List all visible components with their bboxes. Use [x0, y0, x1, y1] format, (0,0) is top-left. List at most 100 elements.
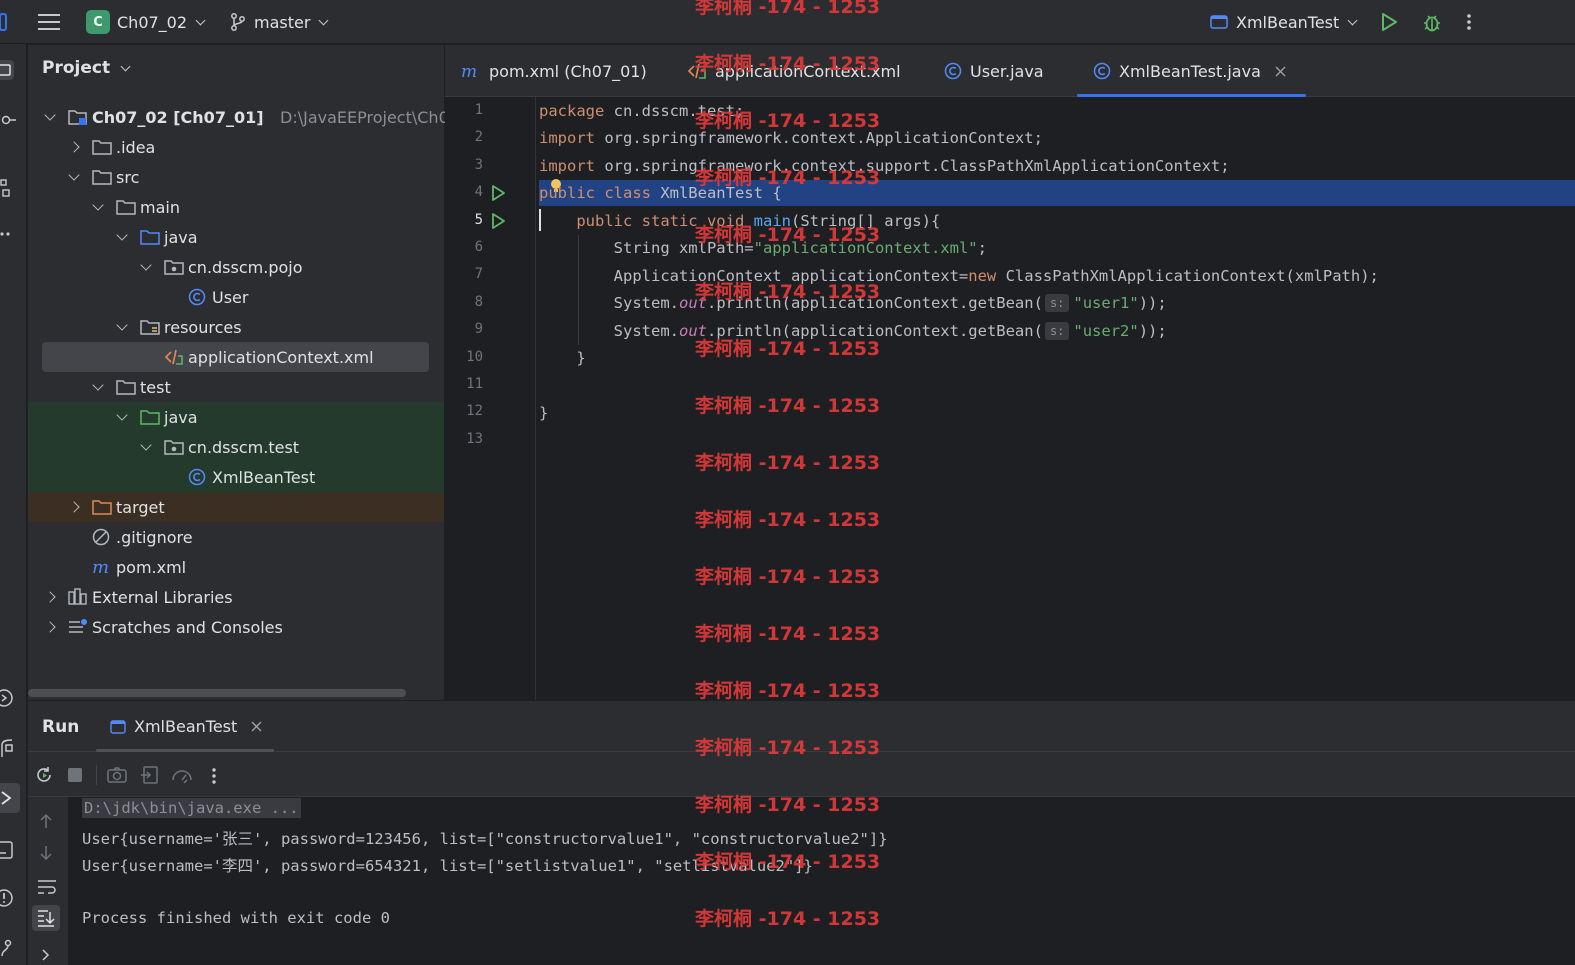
- folder-icon: [92, 138, 112, 156]
- coverage-icon[interactable]: [171, 766, 193, 784]
- chevron-down-icon[interactable]: [92, 379, 104, 391]
- chevron-down-icon[interactable]: [68, 169, 80, 181]
- chevron-right-icon[interactable]: [68, 141, 80, 153]
- run-panel-title[interactable]: Run: [42, 717, 79, 737]
- code-editor[interactable]: 1 2 3 4 5 6 7 8 9 10 11 12 13 package cn.dsscm.test;…: [445, 97, 1575, 700]
- tree-item[interactable]: User: [28, 282, 444, 312]
- tree-item[interactable]: java: [28, 402, 444, 432]
- more-actions-icon[interactable]: [1466, 0, 1472, 44]
- chevron-down-icon[interactable]: [140, 259, 152, 271]
- project-panel-header[interactable]: Project: [42, 58, 131, 78]
- chevron-down-icon[interactable]: [92, 199, 104, 211]
- toolbar-divider: [96, 765, 97, 785]
- soft-wrap-icon[interactable]: [37, 879, 57, 895]
- rerun-icon[interactable]: [34, 765, 54, 785]
- editor-tabs: m pom.xml (Ch07_01) applicationContext.x…: [445, 45, 1575, 97]
- structure-tool-icon[interactable]: [0, 174, 20, 202]
- folder-icon: [116, 378, 136, 396]
- close-tab-icon[interactable]: [1275, 66, 1286, 77]
- run-config-selector[interactable]: XmlBeanTest: [1210, 0, 1358, 44]
- terminal-tool-icon[interactable]: [0, 836, 20, 864]
- tab-label: applicationContext.xml: [715, 61, 901, 81]
- tree-item[interactable]: Ch07_02 [Ch07_01] D:\JavaEEProject\Ch07_: [28, 102, 467, 132]
- tree-item[interactable]: External Libraries: [28, 582, 444, 612]
- run-button[interactable]: [1380, 0, 1398, 44]
- chevron-down-icon[interactable]: [44, 109, 56, 121]
- resources-folder-icon: [140, 318, 160, 336]
- arrow-down-icon[interactable]: [39, 845, 53, 861]
- code-line-10: }: [576, 349, 586, 367]
- debug-bug-icon: [1424, 15, 1440, 32]
- problems-tool-icon[interactable]: [0, 884, 20, 912]
- tab-application-context-xml[interactable]: applicationContext.xml: [687, 45, 901, 97]
- tree-item-label: resources: [164, 317, 242, 337]
- console-command-line[interactable]: D:\jdk\bin\java.exe ...: [82, 798, 301, 818]
- line-number: 10: [466, 348, 483, 365]
- close-tab-icon[interactable]: [251, 721, 262, 732]
- main-menu-icon[interactable]: [38, 0, 60, 44]
- tree-item[interactable]: cn.dsscm.pojo: [28, 252, 444, 282]
- chevron-down-icon[interactable]: [116, 319, 128, 331]
- run-gutter-icon[interactable]: [489, 212, 507, 230]
- chevron-down-icon[interactable]: [140, 439, 152, 451]
- title-bar: C Ch07_02 master XmlBeanTest: [0, 0, 1575, 44]
- chevron-right-icon[interactable]: [44, 591, 56, 603]
- tree-item[interactable]: resources: [28, 312, 444, 342]
- chevron-right-icon[interactable]: [44, 621, 56, 633]
- expand-icon[interactable]: [41, 949, 51, 961]
- scroll-to-end-button[interactable]: [32, 905, 60, 931]
- tree-item[interactable]: java: [28, 222, 444, 252]
- tree-item[interactable]: XmlBeanTest: [28, 462, 444, 492]
- tree-item[interactable]: cn.dsscm.test: [28, 432, 444, 462]
- project-tool-icon[interactable]: [0, 56, 20, 84]
- tree-item[interactable]: .idea: [28, 132, 444, 162]
- tree-item[interactable]: Scratches and Consoles: [28, 612, 444, 642]
- tab-pom-xml[interactable]: m pom.xml (Ch07_01): [461, 45, 647, 97]
- tree-item[interactable]: .gitignore: [28, 522, 444, 552]
- chevron-down-icon[interactable]: [116, 229, 128, 241]
- code-line-7: ApplicationContext applicationContext=ne…: [613, 267, 1379, 285]
- libraries-icon: [68, 588, 87, 606]
- line-number: 6: [474, 239, 483, 255]
- run-tab-xml-bean-test[interactable]: XmlBeanTest: [96, 701, 274, 752]
- arrow-up-icon[interactable]: [39, 813, 53, 829]
- tree-item[interactable]: src: [28, 162, 444, 192]
- module-folder-icon: [68, 108, 87, 126]
- horizontal-scrollbar[interactable]: [28, 689, 406, 697]
- console-output-line: User{username='李四', password=654321, lis…: [82, 857, 813, 875]
- chevron-down-icon: [318, 15, 329, 25]
- branch-switcher[interactable]: master: [230, 0, 329, 44]
- services-tool-icon[interactable]: [0, 684, 20, 712]
- run-panel-header: Run XmlBeanTest: [28, 701, 1575, 752]
- tree-item[interactable]: test: [28, 372, 444, 402]
- tree-item[interactable]: target: [28, 492, 444, 522]
- tree-item-label: XmlBeanTest: [212, 467, 316, 487]
- camera-icon[interactable]: [107, 766, 127, 784]
- debug-button[interactable]: [1421, 0, 1443, 44]
- tree-item[interactable]: main: [28, 192, 444, 222]
- tab-xml-bean-test-java[interactable]: XmlBeanTest.java: [1077, 45, 1306, 97]
- run-tool-icon[interactable]: [0, 783, 20, 813]
- git-tool-icon[interactable]: [0, 934, 20, 962]
- project-switcher[interactable]: C Ch07_02: [86, 0, 206, 44]
- run-icon: [1382, 13, 1397, 31]
- console-output[interactable]: D:\jdk\bin\java.exe ... User{username='张…: [68, 797, 1575, 965]
- more-tools-icon[interactable]: [0, 220, 20, 248]
- line-number: 5: [474, 211, 483, 228]
- tree-item[interactable]: applicationContext.xml: [42, 342, 429, 372]
- build-tool-icon[interactable]: [0, 734, 20, 762]
- more-actions-icon[interactable]: [211, 767, 217, 785]
- tree-item[interactable]: m pom.xml: [28, 552, 444, 582]
- chevron-down-icon[interactable]: [116, 409, 128, 421]
- ide-logo-icon[interactable]: [0, 0, 10, 44]
- stop-icon[interactable]: [67, 767, 83, 783]
- code-line-2: import org.springframework.context.Appli…: [539, 129, 1043, 147]
- chevron-right-icon[interactable]: [68, 501, 80, 513]
- restore-layout-icon[interactable]: [141, 766, 159, 784]
- folder-icon: [92, 168, 112, 186]
- ignore-file-icon: [92, 528, 110, 546]
- run-gutter-icon[interactable]: [489, 184, 507, 202]
- commit-tool-icon[interactable]: [0, 106, 20, 134]
- code-line-1: package cn.dsscm.test;: [539, 102, 745, 120]
- tab-user-java[interactable]: User.java: [944, 45, 1044, 97]
